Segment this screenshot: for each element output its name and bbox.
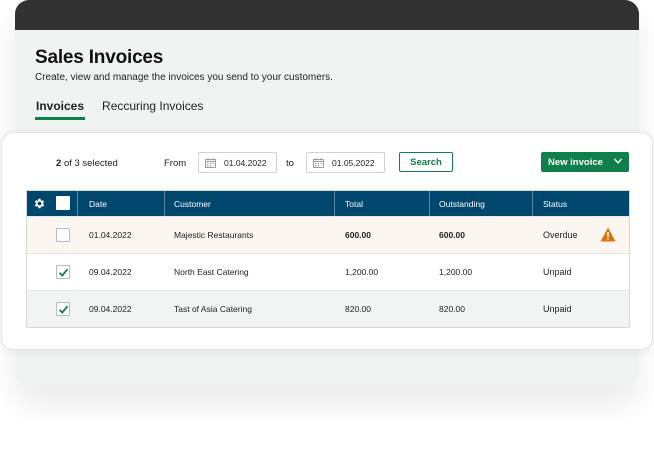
cell-outstanding: 1,200.00: [439, 267, 473, 277]
row-checkbox[interactable]: [56, 302, 70, 316]
column-header-outstanding[interactable]: Outstanding: [439, 199, 485, 209]
tab-recurring-invoices[interactable]: Reccuring Invoices: [102, 99, 203, 120]
from-date-field[interactable]: 01.04.2022: [198, 152, 277, 173]
search-button[interactable]: Search: [399, 152, 453, 172]
cell-status: Overdue: [543, 230, 578, 240]
table-row[interactable]: 01.04.2022 Majestic Restaurants 600.00 6…: [27, 216, 629, 253]
selected-rest: of 3 selected: [63, 158, 118, 169]
column-divider: [77, 191, 78, 216]
table-header: Date Customer Total Outstanding Status: [27, 191, 629, 216]
invoice-list-card: 2 of 3 selected From 01.04.2022 to 01.05…: [1, 132, 653, 350]
column-divider: [429, 191, 430, 216]
calendar-icon: [313, 157, 324, 168]
row-checkbox[interactable]: [56, 265, 70, 279]
tab-bar: Invoices Reccuring Invoices: [35, 99, 220, 120]
checkmark-icon: [58, 305, 69, 314]
column-header-status[interactable]: Status: [543, 199, 567, 209]
column-header-date[interactable]: Date: [89, 199, 107, 209]
cell-customer: Tast of Asia Catering: [174, 304, 252, 314]
cell-date: 09.04.2022: [89, 267, 132, 277]
new-invoice-button[interactable]: New invoice: [541, 152, 629, 172]
invoices-table: Date Customer Total Outstanding Status 0…: [26, 190, 630, 328]
cell-status: Unpaid: [543, 304, 572, 314]
new-invoice-label: New invoice: [548, 156, 603, 168]
column-header-customer[interactable]: Customer: [174, 199, 211, 209]
from-date-value: 01.04.2022: [224, 157, 267, 168]
column-header-total[interactable]: Total: [345, 199, 363, 209]
selected-count: 2: [56, 158, 62, 169]
cell-status: Unpaid: [543, 267, 572, 277]
to-date-field[interactable]: 01.05.2022: [306, 152, 385, 173]
page-title: Sales Invoices: [35, 47, 164, 68]
to-label: to: [286, 158, 294, 169]
select-all-checkbox[interactable]: [56, 196, 70, 210]
warning-icon: [600, 227, 616, 242]
from-label: From: [164, 158, 187, 169]
chevron-down-icon[interactable]: [613, 156, 623, 166]
cell-customer: North East Catering: [174, 267, 249, 277]
window-topbar: [15, 0, 639, 30]
calendar-icon: [205, 157, 216, 168]
checkmark-icon: [58, 268, 69, 277]
cell-outstanding: 600.00: [439, 230, 465, 240]
cell-date: 09.04.2022: [89, 304, 132, 314]
cell-total: 1,200.00: [345, 267, 379, 277]
selection-summary: 2 of 3 selected: [56, 158, 118, 169]
cell-date: 01.04.2022: [89, 230, 132, 240]
cell-total: 600.00: [345, 230, 371, 240]
column-divider: [334, 191, 335, 216]
cell-total: 820.00: [345, 304, 371, 314]
column-divider: [164, 191, 165, 216]
column-divider: [532, 191, 533, 216]
to-date-value: 01.05.2022: [332, 157, 375, 168]
table-row[interactable]: 09.04.2022 North East Catering 1,200.00 …: [27, 253, 629, 290]
cell-outstanding: 820.00: [439, 304, 465, 314]
gear-icon[interactable]: [33, 197, 46, 210]
page-subtitle: Create, view and manage the invoices you…: [35, 72, 333, 83]
tab-invoices[interactable]: Invoices: [35, 99, 86, 120]
row-checkbox[interactable]: [56, 228, 70, 242]
table-row[interactable]: 09.04.2022 Tast of Asia Catering 820.00 …: [27, 290, 629, 327]
cell-customer: Majestic Restaurants: [174, 230, 254, 240]
